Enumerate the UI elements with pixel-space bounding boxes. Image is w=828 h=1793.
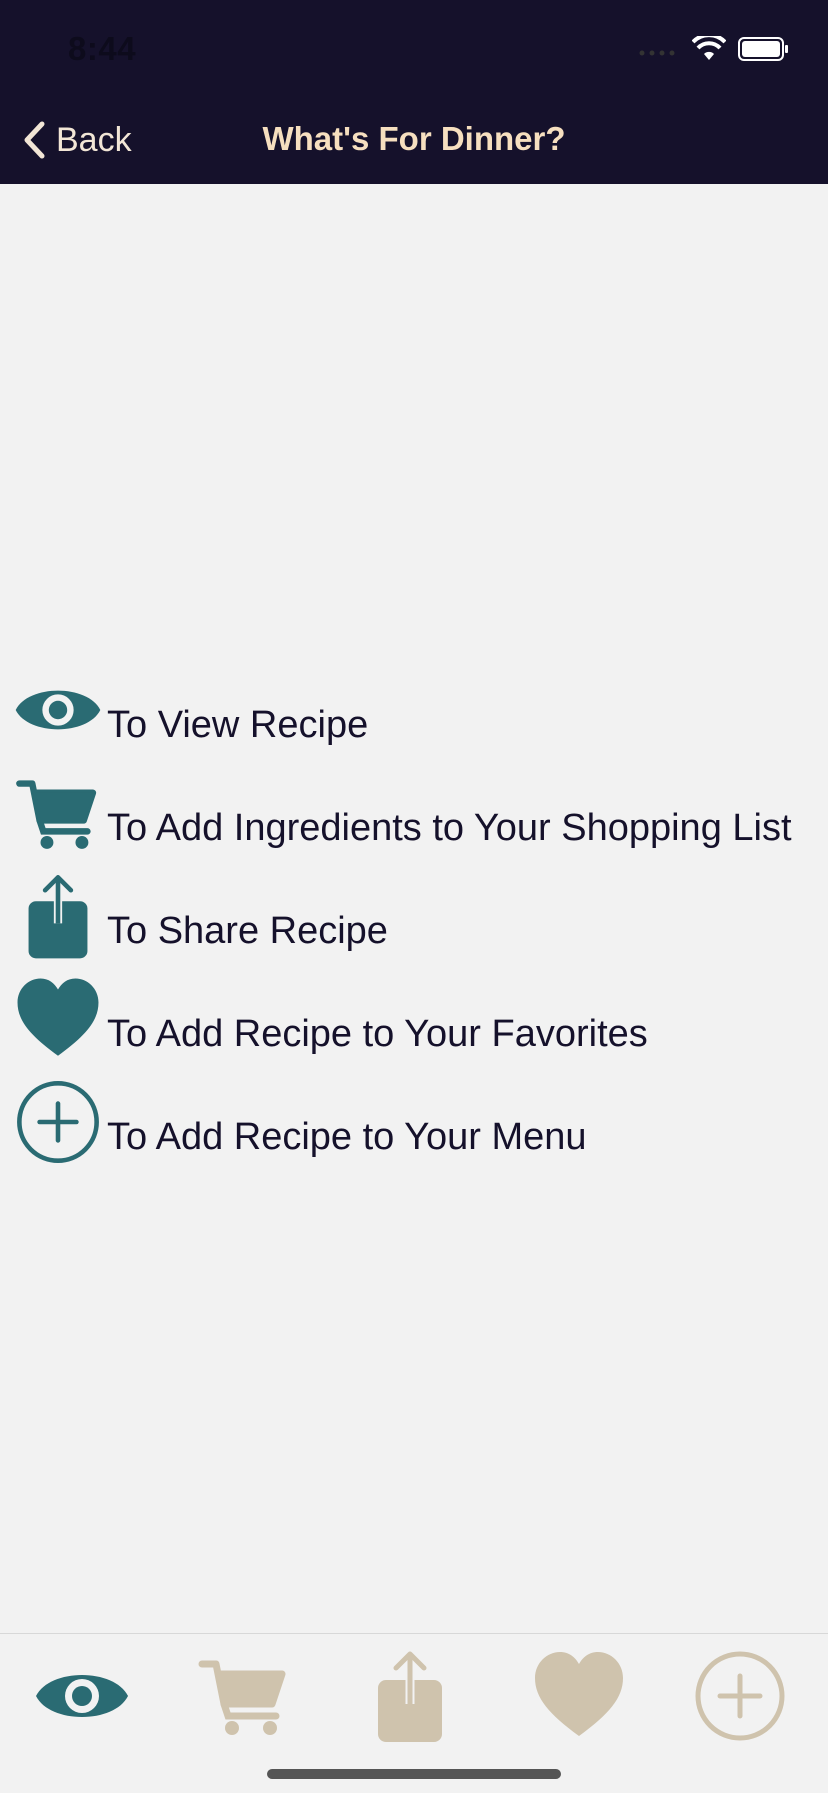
wifi-icon [692,36,726,60]
tab-bar [0,1633,828,1793]
eye-icon [12,664,104,756]
legend-text: To Add Recipe to Your Menu [107,1116,587,1158]
navigation-bar: Back What's For Dinner? [0,100,828,184]
legend-item-favorites: To Add Recipe to Your Favorites [0,973,828,1076]
add-circle-icon [12,1076,104,1168]
legend-item-cart: To Add Ingredients to Your Shopping List [0,767,828,870]
legend-item-view: To View Recipe [0,664,828,767]
share-icon [12,870,104,962]
tab-favorites[interactable] [529,1646,629,1746]
page-title: What's For Dinner? [262,120,566,157]
legend-item-menu: To Add Recipe to Your Menu [0,1076,828,1179]
signal-icon [639,50,675,56]
status-time: 8:44 [68,30,137,67]
battery-icon [738,37,788,61]
heart-icon [529,1646,629,1746]
heart-icon [12,973,104,1065]
cart-icon [12,767,104,859]
legend-text: To Add Ingredients to Your Shopping List [107,807,792,849]
status-bar: 8:44 [0,0,828,100]
legend-text: To Add Recipe to Your Favorites [107,1013,648,1055]
legend-text: To View Recipe [107,704,369,746]
tab-view[interactable] [32,1646,132,1746]
cart-icon [194,1646,294,1746]
icon-legend: To View Recipe To Add Ingredients to You… [0,664,828,1179]
legend-item-share: To Share Recipe [0,870,828,973]
share-icon [360,1646,460,1746]
tab-add[interactable] [690,1646,790,1746]
add-circle-icon [690,1646,790,1746]
tab-share[interactable] [360,1646,460,1746]
tab-cart[interactable] [194,1646,294,1746]
status-icons [638,36,790,62]
home-indicator [267,1769,561,1779]
legend-text: To Share Recipe [107,910,388,952]
eye-icon [32,1646,132,1746]
